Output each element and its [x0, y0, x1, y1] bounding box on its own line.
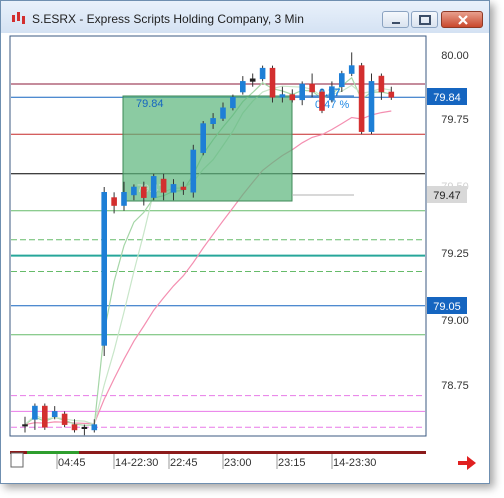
candle-body: [131, 186, 137, 196]
candle-body: [378, 75, 385, 93]
candle-body: [210, 118, 216, 125]
price-tick-label: 78.75: [441, 380, 469, 392]
price-chart[interactable]: 79.84 79.47 0.37 0.47 % 80.00 79.75 79.5…: [9, 35, 483, 479]
candle-body: [279, 94, 286, 98]
maximize-icon: [419, 15, 431, 25]
candle-body: [150, 176, 157, 198]
right-arrow-icon[interactable]: [458, 456, 476, 470]
highlight-price-label: 79.84: [136, 98, 164, 110]
price-marker-label: 79.47: [433, 190, 461, 202]
candle-body: [309, 83, 315, 93]
price-marker-low: 79.05: [427, 297, 467, 314]
candle-body: [41, 405, 48, 428]
price-marker-label: 79.05: [433, 301, 461, 313]
candle: [200, 121, 206, 156]
price-tick-label: 79.75: [441, 114, 469, 126]
candle-body: [240, 81, 246, 93]
price-marker-current: 79.84: [427, 88, 467, 105]
candle-body: [170, 184, 177, 193]
window-title: S.ESRX - Express Scripts Holding Company…: [32, 12, 304, 26]
candle: [358, 62, 365, 135]
candle-body: [269, 67, 276, 98]
candle-body: [141, 186, 147, 198]
session-bar: [27, 451, 79, 454]
candle: [190, 144, 197, 198]
close-icon: [458, 15, 468, 25]
price-tick-label: 79.00: [441, 315, 469, 327]
time-tick-label: 23:15: [278, 457, 306, 469]
candle-body: [190, 149, 197, 193]
time-axis: 04:45 14-22:30 22:45 23:00 23:15 14-23:3…: [10, 451, 426, 469]
candle: [230, 94, 236, 111]
candle-body: [101, 192, 107, 346]
candle: [368, 73, 375, 135]
candle-body: [180, 186, 187, 190]
candle-body: [71, 424, 78, 431]
app-logo-icon: [12, 12, 25, 24]
candle-body: [111, 197, 117, 206]
candle-body: [348, 65, 355, 74]
candle-body: [160, 178, 167, 193]
candle-body: [91, 424, 98, 431]
minimize-icon: [392, 22, 400, 24]
candle-body: [299, 83, 306, 101]
price-tick-label: 79.25: [441, 248, 469, 260]
candle-body: [51, 411, 58, 417]
candle: [101, 187, 107, 356]
candle-body: [368, 81, 375, 132]
maximize-button[interactable]: [411, 11, 438, 28]
candle: [61, 411, 68, 428]
candle: [319, 89, 325, 114]
candle-body: [319, 91, 325, 111]
candle: [259, 65, 266, 82]
time-tick-label: 14-23:30: [333, 457, 376, 469]
candle-body: [289, 94, 296, 101]
scroll-box[interactable]: [10, 452, 24, 468]
candle: [269, 65, 276, 103]
time-tick-label: 04:45: [58, 457, 86, 469]
candle: [150, 173, 157, 201]
candle-body: [329, 86, 335, 101]
time-tick-label: 22:45: [170, 457, 198, 469]
candle-body: [220, 107, 226, 119]
time-tick-label: 23:00: [224, 457, 252, 469]
candle-body: [121, 192, 127, 206]
candle-body: [200, 123, 206, 153]
price-tick-label: 80.00: [441, 50, 469, 62]
price-marker-label: 79.84: [433, 92, 461, 104]
candle-body: [230, 96, 236, 109]
candle-body: [338, 73, 345, 87]
candle-body: [249, 78, 256, 82]
candle-body: [32, 405, 38, 420]
candle-body: [81, 426, 88, 430]
candle-body: [61, 413, 68, 425]
price-marker-reference: 79.47: [427, 186, 467, 203]
title-bar[interactable]: S.ESRX - Express Scripts Holding Company…: [1, 1, 489, 33]
candle: [41, 403, 48, 430]
candle-body: [22, 424, 28, 427]
chart-area[interactable]: 79.84 79.47 0.37 0.47 % 80.00 79.75 79.5…: [9, 35, 483, 479]
time-tick-label: 14-22:30: [115, 457, 158, 469]
close-button[interactable]: [441, 11, 483, 28]
candle-body: [388, 91, 395, 98]
candle-body: [259, 67, 266, 80]
chart-window: S.ESRX - Express Scripts Holding Company…: [0, 0, 490, 484]
minimize-button[interactable]: [382, 11, 409, 28]
candle-body: [358, 65, 365, 132]
